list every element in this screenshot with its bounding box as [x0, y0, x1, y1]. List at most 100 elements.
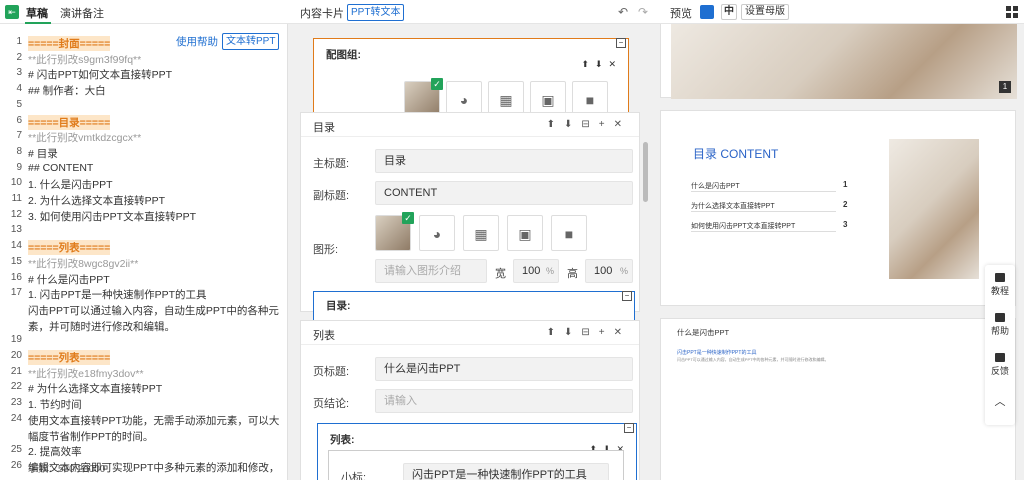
collapse-icon[interactable]: − — [616, 38, 626, 48]
editor-line[interactable]: # 什么是闪击PPT — [28, 272, 110, 287]
scrollbar[interactable] — [643, 142, 648, 202]
editor-line[interactable]: =====列表===== — [28, 350, 111, 365]
page-title-label: 页标题: — [313, 366, 350, 378]
shape-photo-option[interactable]: ✓ — [375, 212, 414, 251]
language-toggle-button[interactable]: 中 — [721, 4, 737, 20]
collapse-sidebar-icon[interactable]: ⇤ — [5, 5, 19, 19]
editor-line[interactable]: 1. 什么是闪击PPT — [28, 177, 113, 192]
line-number: 4 — [16, 83, 22, 95]
height-input[interactable]: 100% — [585, 259, 633, 283]
editor-line[interactable]: 1. 闪击PPT是一种快速制作PPT的工具 — [28, 287, 207, 302]
editor-line[interactable]: **此行别改e18fmy3dov** — [28, 366, 144, 381]
feedback-button[interactable]: 反馈 — [985, 353, 1015, 377]
document-icon — [995, 313, 1005, 322]
help-button[interactable]: 帮助 — [985, 313, 1015, 337]
editor-line[interactable]: =====目录===== — [28, 114, 111, 130]
line-number: 8 — [16, 145, 22, 157]
card-tools[interactable]: ⬆⬇⊟+✕ — [547, 119, 631, 130]
editor-line[interactable]: 1. 节约时间 — [28, 397, 82, 412]
undo-icon[interactable]: ↶ — [618, 5, 628, 19]
editor-line[interactable]: 使用文本直接转PPT功能，无需手动添加元素，可以大 — [28, 413, 279, 428]
slide-toc-preview[interactable]: 目录 CONTENT 什么是闪击PPT 1 为什么选择文本直接转PPT 2 如何… — [660, 110, 1016, 306]
editor-line[interactable]: ## CONTENT — [28, 162, 93, 174]
theme-color-swatch[interactable] — [700, 5, 714, 19]
editor-line[interactable]: =====封面===== — [28, 36, 111, 51]
height-value: 100 — [594, 265, 613, 277]
line-number: 17 — [10, 287, 22, 299]
shape-pie-option[interactable]: ◕ — [419, 215, 455, 251]
line-number: 3 — [16, 67, 22, 79]
text-editor[interactable]: 使用帮助 文本转PPT 字数：530/20000 1 =====封面===== 2 *… — [0, 24, 288, 480]
image-group-label: 配图组: — [326, 49, 361, 61]
editor-line[interactable]: 3. 如何使用闪击PPT文本直接转PPT — [28, 209, 196, 224]
line-number: 15 — [10, 255, 22, 267]
list-card-header: 列表 ⬆⬇⊟+✕ — [301, 321, 639, 345]
editor-line[interactable]: 素，并可随时进行修改和编辑。 — [28, 319, 175, 334]
content-card-label: 内容卡片 — [300, 8, 344, 20]
slide-list-preview[interactable]: 什么是闪击PPT 闪击PPT是一种快速制作PPT的工具 闪击PPT可以通过输入内… — [660, 318, 1016, 480]
percent-unit: % — [545, 266, 554, 276]
tab-draft[interactable]: 草稿 — [26, 5, 48, 21]
page-conclusion-label: 页结论: — [313, 398, 350, 410]
help-link[interactable]: 使用帮助 — [176, 34, 218, 49]
page-conclusion-input[interactable]: 请输入 — [375, 389, 633, 413]
width-input[interactable]: 100% — [513, 259, 559, 283]
toc-item: 什么是闪击PPT — [691, 183, 740, 190]
editor-line[interactable]: 编辑文本内容即可实现PPT中多种元素的添加和修改， — [28, 460, 279, 475]
editor-line[interactable]: # 为什么选择文本直接转PPT — [28, 381, 162, 396]
pie-chart-icon: ◕ — [459, 92, 469, 108]
slide-cover-preview[interactable]: 1 — [660, 24, 1017, 99]
editor-line[interactable]: # 闪击PPT如何文本直接转PPT — [28, 67, 172, 82]
tutorial-button[interactable]: 教程 — [985, 273, 1015, 297]
subtitle-input[interactable]: CONTENT — [375, 181, 633, 205]
shape-code-option[interactable]: ▣ — [507, 215, 543, 251]
tab-speaker-notes[interactable]: 演讲备注 — [60, 5, 104, 21]
main-title-input[interactable]: 目录 — [375, 149, 633, 173]
terminal-icon: ▣ — [541, 92, 555, 108]
scroll-top-button[interactable]: ︿ — [985, 393, 1015, 409]
set-master-button[interactable]: 设置母版 — [741, 4, 789, 20]
list-items-label: 列表: — [330, 434, 355, 446]
shape-video-option[interactable]: ■ — [551, 215, 587, 251]
table-icon: ▦ — [499, 92, 513, 108]
collapse-icon[interactable]: − — [622, 291, 632, 301]
editor-line[interactable]: =====列表===== — [28, 240, 111, 256]
shape-table-option[interactable]: ▦ — [463, 215, 499, 251]
layout-grid-icon[interactable] — [1006, 6, 1018, 18]
line-number: 12 — [10, 208, 22, 220]
card-tools[interactable]: ⬆⬇⊟+✕ — [547, 327, 631, 338]
line-number: 6 — [16, 114, 22, 126]
line-number: 23 — [10, 397, 22, 409]
editor-line[interactable]: 2. 提高效率 — [28, 444, 82, 459]
ppt-to-text-button[interactable]: PPT转文本 — [347, 4, 405, 21]
editor-line[interactable]: # 目录 — [28, 146, 58, 161]
line-number: 24 — [10, 412, 22, 424]
collapse-icon[interactable]: − — [624, 423, 634, 433]
line-number: 11 — [11, 193, 22, 204]
line-number: 26 — [10, 459, 22, 471]
small-title-input[interactable]: 闪击PPT是一种快速制作PPT的工具 — [403, 463, 609, 480]
toc-card-title: 目录 — [313, 122, 335, 134]
help-label: 帮助 — [990, 326, 1009, 336]
line-number: 9 — [16, 161, 22, 173]
list-slide-subtitle: 闪击PPT是一种快速制作PPT的工具 — [677, 350, 757, 356]
check-icon: ✓ — [402, 212, 414, 224]
editor-line[interactable]: **此行别改s9gm3f99fq** — [28, 52, 141, 67]
editor-line[interactable]: 2. 为什么选择文本直接转PPT — [28, 193, 165, 208]
line-number: 21 — [10, 365, 22, 377]
editor-line[interactable]: **此行别改8wgc8gv2ii** — [28, 256, 138, 271]
item-tools[interactable]: ⬆⬇✕ — [581, 59, 622, 70]
text-to-ppt-button[interactable]: 文本转PPT — [222, 33, 280, 50]
editor-line[interactable]: 闪击PPT可以通过输入内容，自动生成PPT中的各种元 — [28, 303, 279, 318]
small-title-label: 小标: — [341, 472, 367, 480]
width-value: 100 — [522, 265, 541, 277]
editor-line[interactable]: ## 制作者：大白 — [28, 83, 106, 98]
video-icon — [995, 273, 1005, 282]
toc-divider — [691, 231, 836, 232]
shape-desc-input[interactable]: 请输入图形介绍 — [375, 259, 487, 283]
editor-line[interactable]: 幅度节省制作PPT的时间。 — [28, 429, 153, 444]
list-slide-body: 闪击PPT可以通过输入内容，自动生成PPT中的各种元素，并可随时进行修改和编辑。 — [677, 357, 829, 362]
redo-icon[interactable]: ↷ — [638, 5, 648, 19]
editor-line[interactable]: **此行别改vmtkdzcgcx** — [28, 130, 141, 145]
page-title-input[interactable]: 什么是闪击PPT — [375, 357, 633, 381]
